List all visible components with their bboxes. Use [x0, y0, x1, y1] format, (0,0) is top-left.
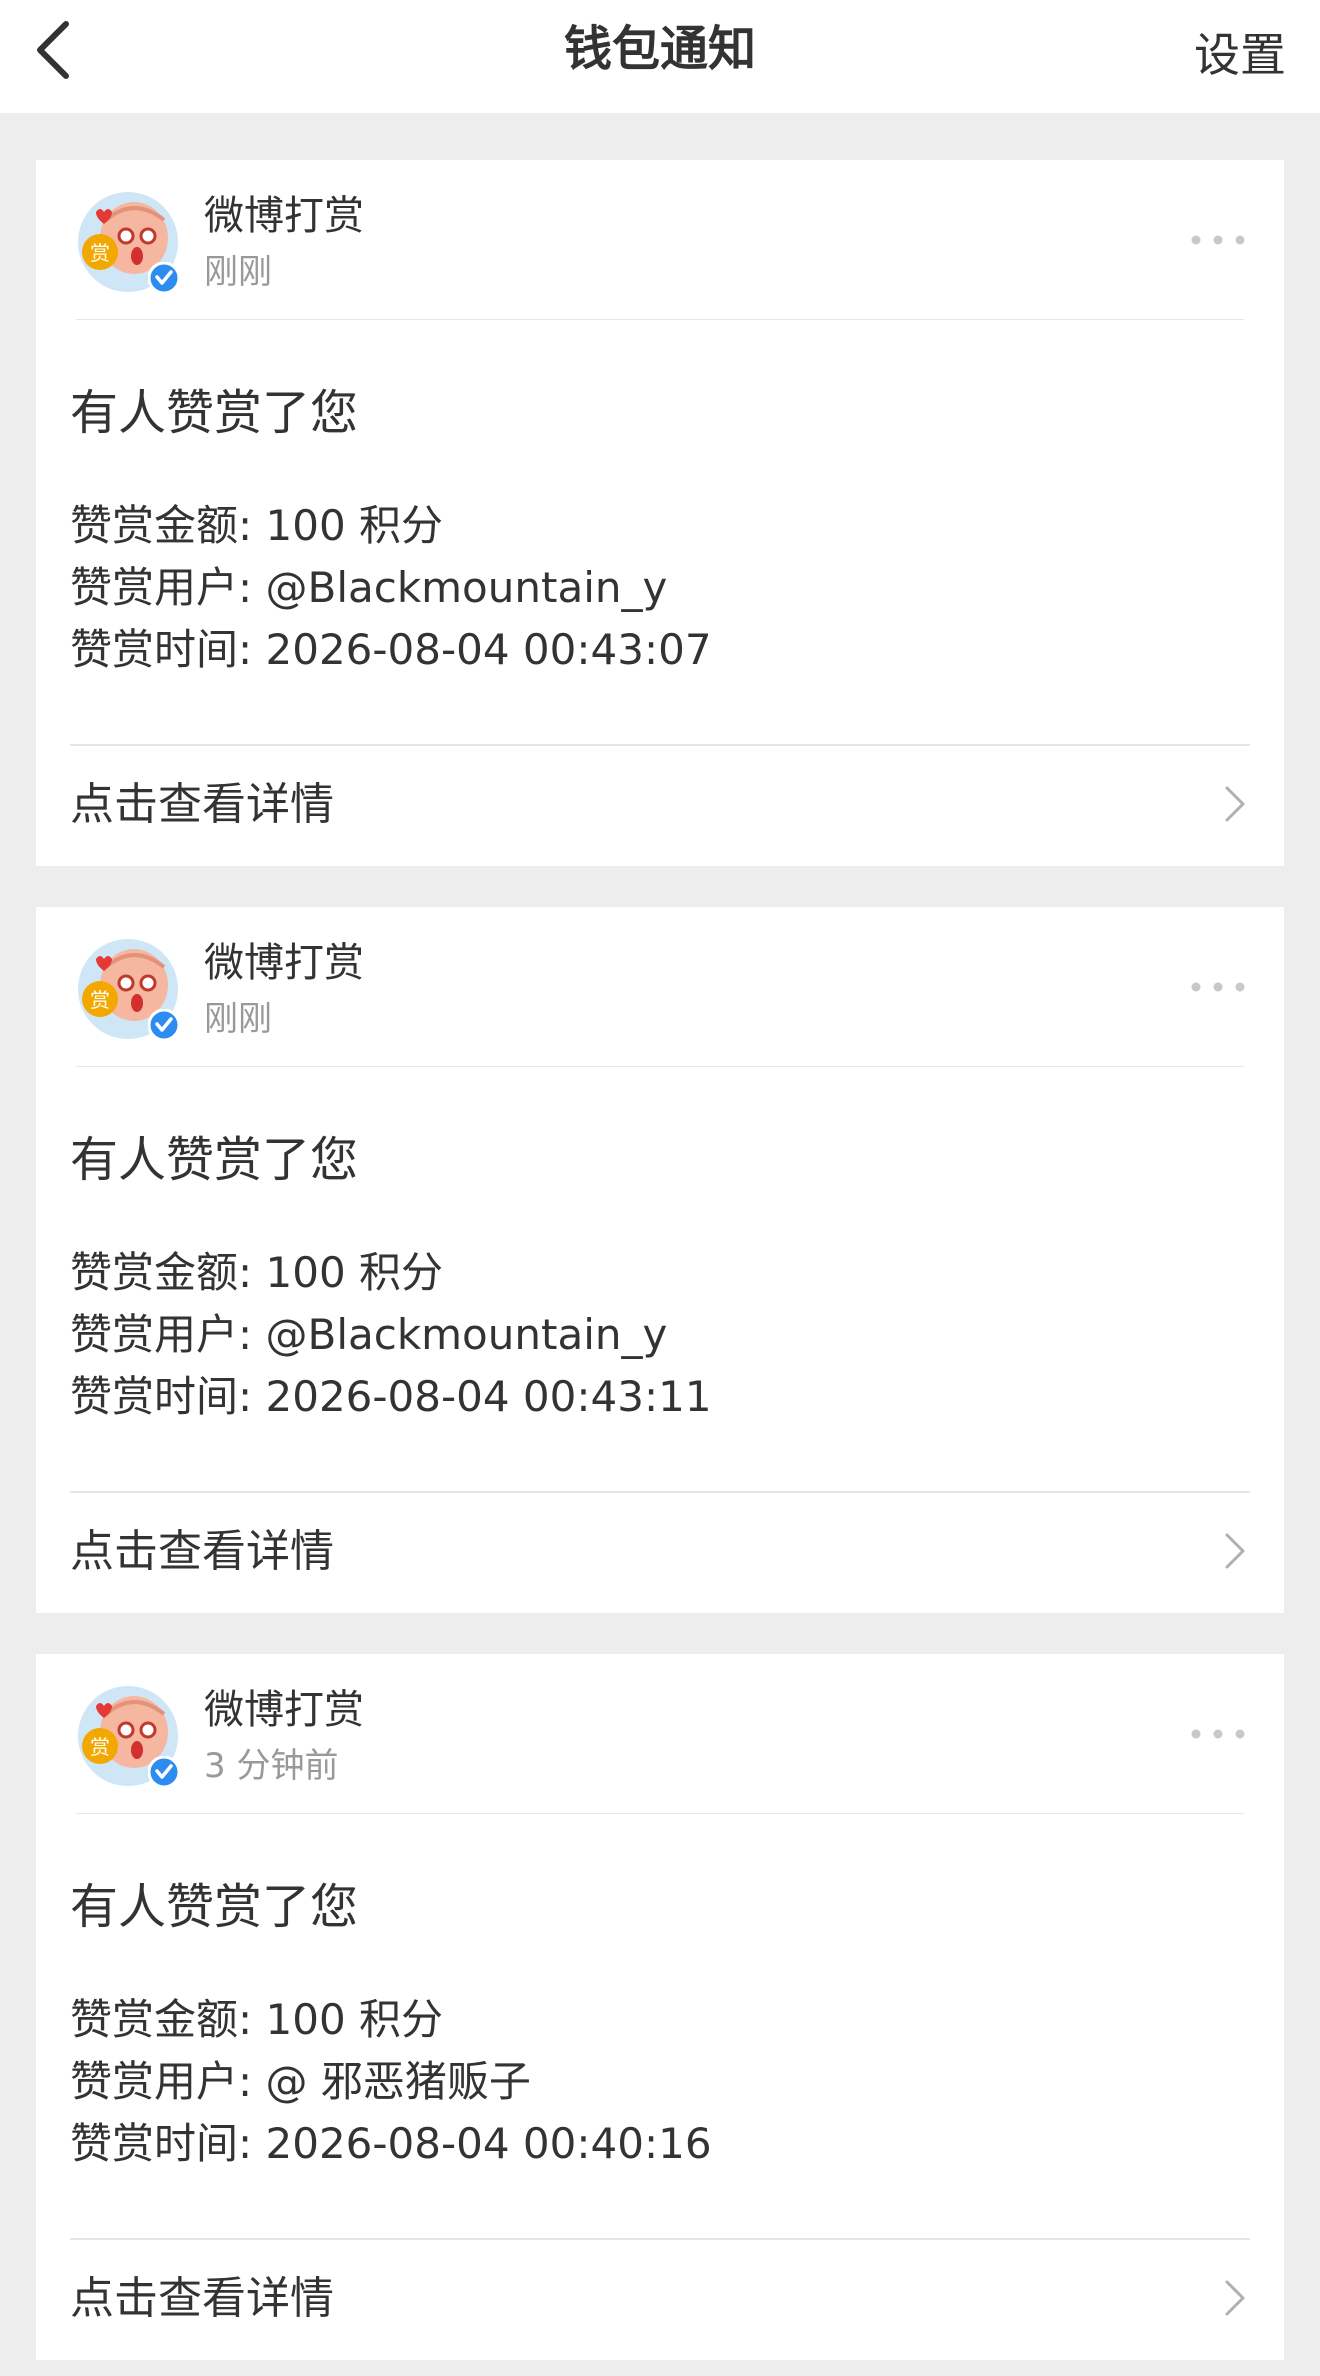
chevron-right-icon — [1222, 2278, 1248, 2318]
card-header: 赏 微博打赏 3 分钟前 — [36, 1654, 1284, 1814]
reward-user: 赞赏用户: @Blackmountain_y — [70, 1310, 668, 1359]
view-details-button[interactable]: 点击查看详情 — [36, 1493, 1284, 1613]
notification-card: 赏 微博打赏 刚刚 有人赞赏了您 赞赏金额: 100 积分 赞赏用户: @Bla… — [36, 160, 1284, 866]
view-details-label: 点击查看详情 — [70, 1526, 334, 1577]
reward-time: 赞赏时间: 2026-08-04 00:40:16 — [70, 2119, 712, 2168]
verified-badge-icon — [147, 1008, 181, 1042]
view-details-button[interactable]: 点击查看详情 — [36, 2240, 1284, 2360]
settings-button[interactable]: 设置 — [1194, 20, 1286, 90]
reward-amount: 赞赏金额: 100 积分 — [70, 501, 444, 550]
sender-name: 微博打赏 — [204, 193, 364, 239]
reward-amount: 赞赏金额: 100 积分 — [70, 1248, 444, 1297]
reward-user: 赞赏用户: @ 邪恶猪贩子 — [70, 2057, 531, 2106]
reward-mascot-avatar[interactable]: 赏 — [76, 190, 181, 295]
view-details-button[interactable]: 点击查看详情 — [36, 746, 1284, 866]
sender-name: 微博打赏 — [204, 940, 364, 986]
notification-title: 有人赞赏了您 — [70, 1879, 359, 1935]
sender-name: 微博打赏 — [204, 1687, 364, 1733]
notification-time: 刚刚 — [204, 999, 272, 1039]
notification-card: 赏 微博打赏 刚刚 有人赞赏了您 赞赏金额: 100 积分 赞赏用户: @Bla… — [36, 907, 1284, 1613]
svg-text:赏: 赏 — [90, 988, 110, 1012]
notification-title: 有人赞赏了您 — [70, 1132, 359, 1188]
svg-text:赏: 赏 — [90, 241, 110, 265]
verified-badge-icon — [147, 1755, 181, 1789]
reward-time: 赞赏时间: 2026-08-04 00:43:07 — [70, 625, 712, 674]
page-title: 钱包通知 — [563, 21, 756, 77]
divider — [76, 1813, 1244, 1814]
notification-time: 刚刚 — [204, 252, 272, 292]
chevron-right-icon — [1222, 784, 1248, 824]
notification-time: 3 分钟前 — [204, 1746, 339, 1786]
card-header: 赏 微博打赏 刚刚 — [36, 907, 1284, 1067]
reward-mascot-avatar[interactable]: 赏 — [76, 1684, 181, 1789]
notification-title: 有人赞赏了您 — [70, 385, 359, 441]
chevron-right-icon — [1222, 1531, 1248, 1571]
navbar: 钱包通知 设置 — [0, 0, 1320, 113]
reward-time: 赞赏时间: 2026-08-04 00:43:11 — [70, 1372, 712, 1421]
reward-mascot-avatar[interactable]: 赏 — [76, 937, 181, 1042]
reward-user: 赞赏用户: @Blackmountain_y — [70, 563, 668, 612]
view-details-label: 点击查看详情 — [70, 779, 334, 830]
card-header: 赏 微博打赏 刚刚 — [36, 160, 1284, 320]
svg-text:赏: 赏 — [90, 1735, 110, 1759]
more-options-icon[interactable] — [1188, 1722, 1248, 1746]
view-details-label: 点击查看详情 — [70, 2273, 334, 2324]
more-options-icon[interactable] — [1188, 975, 1248, 999]
divider — [76, 319, 1244, 320]
reward-amount: 赞赏金额: 100 积分 — [70, 1995, 444, 2044]
more-options-icon[interactable] — [1188, 228, 1248, 252]
notification-card: 赏 微博打赏 3 分钟前 有人赞赏了您 赞赏金额: 100 积分 赞赏用户: @… — [36, 1654, 1284, 2360]
divider — [76, 1066, 1244, 1067]
verified-badge-icon — [147, 261, 181, 295]
